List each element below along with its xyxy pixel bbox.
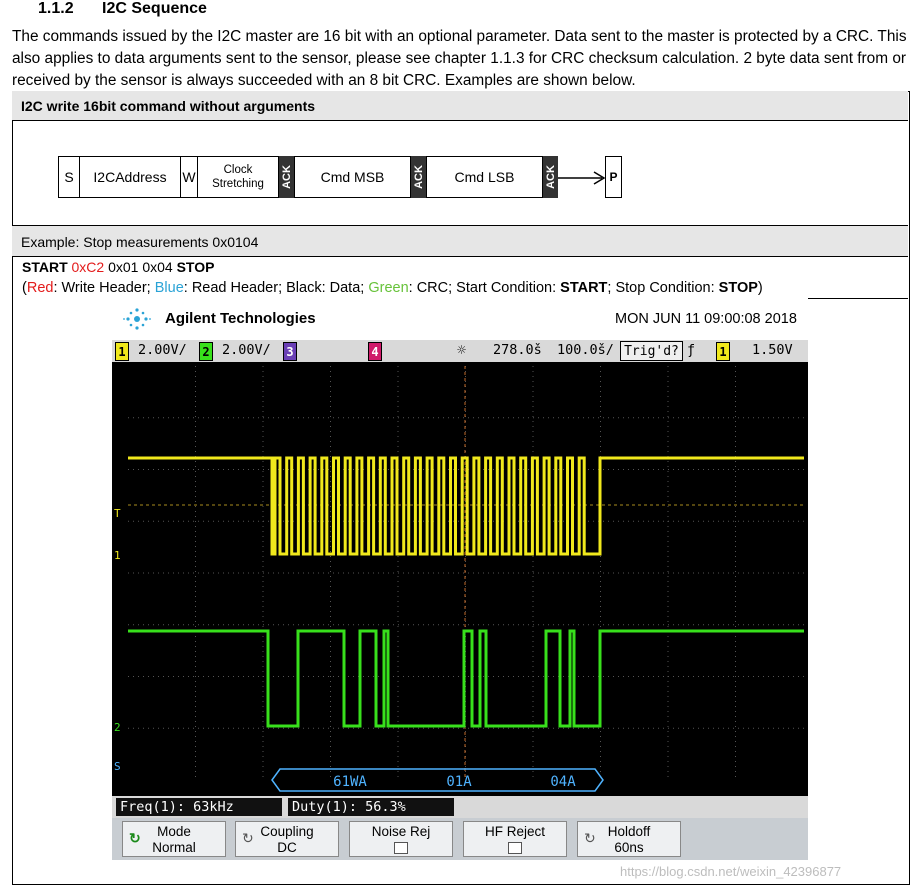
softkey-bar: ↻ Mode Normal ↻ Coupling DC Noise Rej HF… (112, 818, 808, 860)
decode-byte: 01A (446, 774, 472, 790)
legend-paren-close: ) (757, 280, 763, 296)
cycle-icon: ↻ (129, 830, 141, 846)
stop-label: STOP (176, 259, 215, 275)
measurement-bar: Freq(1): 63kHz Duty(1): 56.3% (112, 796, 808, 818)
watermark: https://blog.csdn.net/weixin_42396877 (620, 864, 842, 879)
example-row: Example: Stop measurements 0x0104 (12, 225, 908, 257)
intro-paragraph: The commands issued by the I2C master ar… (12, 28, 907, 89)
ch2-scale: 2.00V/ (222, 342, 271, 358)
example-bytes-line: START 0xC2 0x01 0x04 STOP (22, 259, 214, 275)
legend-text-3: : CRC; Start Condition: (408, 280, 561, 296)
decode-byte: 61WA (333, 774, 367, 790)
seq-stop-box: P (605, 156, 622, 198)
hf-reject-checkbox[interactable] (508, 842, 522, 854)
section-heading: 1.1.2 I2C Sequence (38, 0, 207, 18)
ch4-indicator[interactable]: 4 (368, 342, 382, 361)
section-title: I2C Sequence (102, 0, 207, 17)
write-header-byte: 0xC2 (71, 259, 105, 275)
legend-red: Red (26, 280, 54, 296)
seq-cmd-lsb-box: Cmd LSB (426, 156, 543, 198)
start-label: START (22, 259, 68, 275)
seq-ack-2: ACK (411, 156, 426, 198)
softkey-holdoff[interactable]: ↻ Holdoff 60ns (577, 821, 681, 857)
softkey-noise-rej-label: Noise Rej (371, 824, 431, 839)
ch2-ground-marker: 2 (114, 721, 121, 734)
noise-rej-checkbox[interactable] (394, 842, 408, 854)
cycle-icon: ↻ (242, 830, 254, 846)
ch1-indicator[interactable]: 1 (115, 342, 129, 361)
trigger-status: Trig'd? (620, 341, 683, 361)
ack-label: ACK (544, 165, 557, 189)
row-divider (808, 298, 908, 299)
softkey-coupling[interactable]: ↻ Coupling DC (235, 821, 339, 857)
decode-byte: 04A (550, 774, 576, 790)
freq-measurement: Freq(1): 63kHz (116, 798, 282, 816)
scope-brand: Agilent Technologies (165, 310, 316, 327)
agilent-logo-icon (123, 308, 151, 330)
trigger-level: 1.50V (752, 342, 793, 358)
ch1-scale: 2.00V/ (138, 342, 187, 358)
cycle-icon: ↻ (584, 830, 596, 846)
legend-start: START (560, 280, 608, 296)
trigger-edge-icon: ƒ (687, 342, 696, 358)
seq-clock-stretching-box: Clock Stretching (197, 156, 279, 198)
time-ref-icon: ☼ (457, 341, 467, 359)
ack-label: ACK (412, 165, 425, 189)
seq-cmd-msb-box: Cmd MSB (294, 156, 411, 198)
clock-line1: Clock (223, 164, 253, 176)
time-position: 278.0š (493, 342, 542, 358)
legend-text-1: : Write Header; (53, 280, 155, 296)
clock-line2: Stretching (212, 178, 264, 190)
time-scale: 100.0š/ (557, 342, 614, 358)
legend-stop: STOP (718, 280, 758, 296)
seq-ack-3: ACK (543, 156, 558, 198)
data-bytes: 0x01 0x04 (104, 259, 177, 275)
softkey-hf-reject-label: HF Reject (484, 824, 545, 839)
scope-datetime: MON JUN 11 09:00:08 2018 (615, 311, 797, 327)
softkey-mode[interactable]: ↻ Mode Normal (122, 821, 226, 857)
duty-measurement: Duty(1): 56.3% (288, 798, 454, 816)
color-legend-line: (Red: Write Header; Blue: Read Header; B… (22, 280, 763, 296)
seq-write-box: W (180, 156, 198, 198)
legend-text-2: : Read Header; Black: Data; (183, 280, 369, 296)
seq-address-box: I2CAddress (79, 156, 181, 198)
ch3-indicator[interactable]: 3 (283, 342, 297, 361)
softkey-noise-rej[interactable]: Noise Rej (349, 821, 453, 857)
ack-label: ACK (280, 165, 293, 189)
scope-status-bar: 1 2.00V/ 2 2.00V/ 3 4 ☼ 278.0š 100.0š/ T… (112, 340, 808, 362)
scope-waveform-canvas: T 1 2 S 61WA 01A 04A (114, 366, 804, 792)
legend-text-4: ; Stop Condition: (607, 280, 719, 296)
trigger-marker: T (114, 507, 121, 520)
scope-display: T 1 2 S 61WA 01A 04A (112, 362, 808, 796)
ch2-indicator[interactable]: 2 (199, 342, 213, 361)
ch1-waveform (128, 456, 804, 556)
softkey-hf-reject[interactable]: HF Reject (463, 821, 567, 857)
seq-start-box: S (58, 156, 80, 198)
seq-ack-1: ACK (279, 156, 294, 198)
legend-blue: Blue (154, 280, 184, 296)
legend-green: Green (368, 280, 409, 296)
ch1-ground-marker: 1 (114, 549, 121, 562)
seq-arrow (558, 171, 606, 185)
section-number: 1.1.2 (38, 0, 74, 17)
table-header-row: I2C write 16bit command without argument… (12, 91, 908, 121)
serial-marker: S (114, 760, 121, 773)
trigger-channel: 1 (716, 342, 730, 361)
